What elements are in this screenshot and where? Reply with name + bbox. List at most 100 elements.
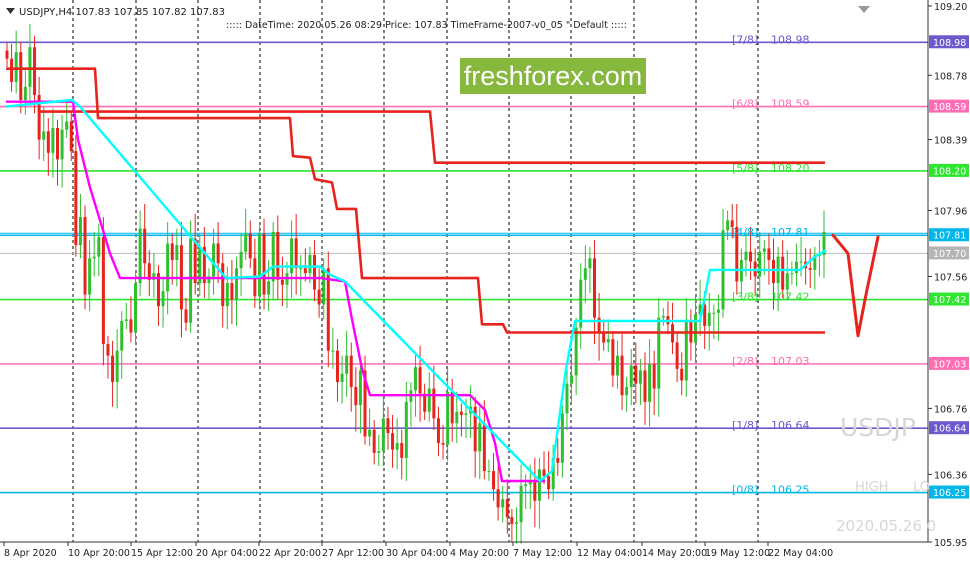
y-tick-label: 105.95 xyxy=(934,538,967,549)
candle-body xyxy=(441,443,445,445)
candle-body xyxy=(496,489,500,508)
candle-body xyxy=(294,238,298,269)
candle-body xyxy=(749,251,753,262)
candle-body xyxy=(271,231,275,282)
candle-body xyxy=(239,251,243,269)
candle-body xyxy=(354,386,358,406)
candle-body xyxy=(707,312,711,326)
murrey-5-flag-label: 107.03 xyxy=(933,359,966,370)
x-tick-label: 14 May 20:00 xyxy=(642,548,707,559)
candle-body xyxy=(106,344,110,356)
candle-body xyxy=(726,220,730,231)
murrey-level-value: 108.20 xyxy=(771,162,810,175)
watermark-high: HIGH xyxy=(855,480,888,495)
candle-body xyxy=(381,418,385,452)
murrey-level-value: 107.42 xyxy=(771,291,810,304)
candle-body xyxy=(299,268,303,270)
y-tick-label: 107.56 xyxy=(934,272,967,283)
candle-body xyxy=(115,350,119,383)
candle-body xyxy=(446,391,450,445)
candle-body xyxy=(418,367,422,394)
reference-price-flag-label: 107.70 xyxy=(933,249,966,260)
murrey-level-name: [5/8] xyxy=(732,162,758,175)
candle-body xyxy=(395,443,399,450)
candle-body xyxy=(129,319,133,333)
x-tick-label: 22 May 04:00 xyxy=(768,548,833,559)
candle-body xyxy=(611,339,615,376)
murrey-level-name: [4/8] xyxy=(732,226,758,239)
candle-body xyxy=(519,485,523,523)
y-tick-label: 109.20 xyxy=(934,2,967,13)
candle-body xyxy=(111,355,115,383)
murrey-1-flag-label: 108.59 xyxy=(933,102,966,113)
candle-body xyxy=(574,327,578,376)
murrey-level-value: 108.98 xyxy=(771,33,810,46)
candle-body xyxy=(455,411,459,424)
x-tick-label: 27 Apr 12:00 xyxy=(322,548,384,559)
candle-body xyxy=(124,319,128,322)
candle-body xyxy=(684,321,688,381)
candle-body xyxy=(97,236,101,257)
candle-body xyxy=(652,363,656,389)
x-tick-label: 19 May 12:00 xyxy=(705,548,770,559)
candle-body xyxy=(400,443,404,458)
candle-body xyxy=(391,433,395,450)
candle-body xyxy=(74,151,78,246)
candle-body xyxy=(193,238,197,284)
candle-body xyxy=(570,375,574,384)
candle-body xyxy=(547,476,551,490)
candle-body xyxy=(643,370,647,402)
candle-body xyxy=(808,268,812,270)
candle-body xyxy=(680,368,684,381)
x-tick-label: 4 May 20:00 xyxy=(450,548,509,559)
brand-logo[interactable]: freshforex.com xyxy=(460,58,646,94)
candle-body xyxy=(138,228,142,284)
x-tick-label: 12 May 04:00 xyxy=(577,548,642,559)
murrey-level-name: [1/8] xyxy=(732,419,758,432)
candle-body xyxy=(524,484,528,486)
candle-body xyxy=(785,273,789,290)
candle-body xyxy=(83,217,87,295)
candle-body xyxy=(134,283,138,333)
murrey-4-flag-label: 107.42 xyxy=(933,295,966,306)
candle-body xyxy=(303,268,307,274)
candle-body xyxy=(794,261,798,274)
candle-body xyxy=(262,233,266,295)
candle-body xyxy=(331,350,335,352)
candle-body xyxy=(482,423,486,472)
candle-body xyxy=(772,259,776,284)
candle-body xyxy=(615,355,619,376)
murrey-2-flag-label: 108.20 xyxy=(933,166,966,177)
candle-body xyxy=(92,256,96,259)
candle-body xyxy=(88,258,92,295)
y-tick-label: 108.78 xyxy=(934,71,967,82)
watermark-low: LO xyxy=(913,480,930,495)
candle-body xyxy=(340,373,344,383)
candle-body xyxy=(767,248,771,260)
candle-body xyxy=(42,131,46,140)
candle-body xyxy=(716,309,720,313)
candle-body xyxy=(638,370,642,384)
candle-body xyxy=(565,383,569,414)
candle-body xyxy=(345,355,349,374)
murrey-7-flag-label: 106.25 xyxy=(933,488,966,499)
candle-body xyxy=(487,471,491,473)
candle-body xyxy=(542,469,546,477)
candle-body xyxy=(290,238,294,274)
candle-body xyxy=(267,281,271,295)
candle-body xyxy=(450,391,454,424)
candle-body xyxy=(744,251,748,260)
price-chart[interactable]: [7/8] 108.98 [6/8] 108.59 [5/8] 108.20 [4/8] 10… xyxy=(0,0,970,565)
candle-body xyxy=(464,413,468,416)
candle-body xyxy=(234,268,238,300)
candle-body xyxy=(349,355,353,387)
candle-body xyxy=(533,480,537,501)
murrey-level-value: 106.25 xyxy=(771,484,810,497)
candle-body xyxy=(335,350,339,383)
candle-body xyxy=(69,121,73,152)
indicator-info-line: ::::: DateTime: 2020.05.26 08:29 Price: … xyxy=(226,20,627,31)
candle-body xyxy=(510,517,514,524)
candle-body xyxy=(386,418,390,434)
candle-body xyxy=(33,47,37,96)
candle-body xyxy=(257,233,261,297)
